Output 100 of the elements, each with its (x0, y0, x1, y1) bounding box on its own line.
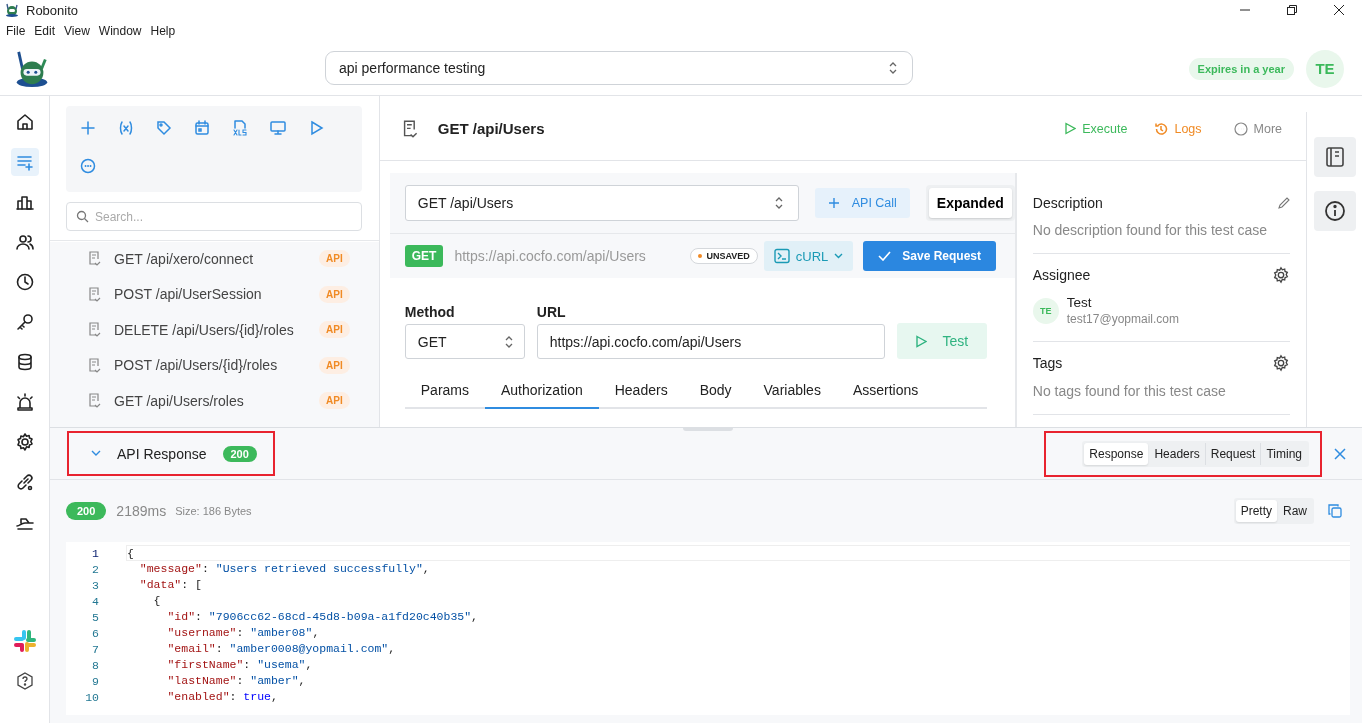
response-tab[interactable]: Headers (1148, 442, 1205, 465)
response-tab[interactable]: Request (1204, 442, 1261, 465)
code-line: { (126, 545, 1350, 561)
response-tab[interactable]: Response (1084, 442, 1149, 465)
slack-icon[interactable] (12, 629, 37, 653)
notebook-icon (1323, 146, 1346, 168)
gear-icon (14, 432, 35, 452)
window-title: Robonito (26, 2, 79, 18)
assignee-email: test17@yopmail.com (1066, 312, 1179, 326)
monitor-icon[interactable] (270, 120, 286, 136)
history-icon (1154, 121, 1169, 136)
url-preview: https://api.cocfo.com/api/Users (454, 248, 647, 264)
restore-icon[interactable] (1286, 4, 1298, 16)
plus-icon (827, 197, 840, 209)
response-size: Size: 186 Bytes (175, 505, 252, 517)
line-number: 6 (91, 626, 99, 640)
document-check-icon (401, 119, 418, 138)
chevron-down-icon (834, 253, 844, 259)
test-case-item[interactable]: GET /api/xero/connect API (50, 241, 379, 277)
app-logo-icon (4, 3, 20, 17)
api-tag: API (319, 392, 350, 410)
editor-tab[interactable]: Params (404, 375, 485, 409)
editor-tab[interactable]: Assertions (836, 375, 935, 409)
menu-item[interactable]: File (6, 24, 26, 38)
document-check-icon (88, 322, 101, 338)
chevron-updown-icon (773, 196, 784, 210)
more-button[interactable]: More (1233, 121, 1283, 136)
menu-item[interactable]: Window (98, 24, 142, 38)
help-icon[interactable] (15, 672, 34, 690)
url-field[interactable]: https://api.cocfo.com/api/Users (536, 324, 885, 359)
editor-tab[interactable]: Variables (747, 375, 837, 409)
spreadsheet-file-icon[interactable] (232, 120, 248, 136)
settings-icon[interactable] (1272, 354, 1291, 372)
menu-item[interactable]: Edit (34, 24, 56, 38)
method-select[interactable]: GET (404, 324, 525, 359)
method-badge: GET (404, 245, 444, 267)
editor-tab[interactable]: Authorization (485, 375, 599, 409)
play-icon (1064, 122, 1077, 135)
chevron-updown-icon (503, 334, 514, 349)
test-case-title: GET /api/Users (437, 120, 545, 137)
response-tab[interactable]: Timing (1260, 442, 1307, 465)
section-title: Description (1032, 195, 1103, 211)
document-check-icon (88, 251, 101, 267)
chevron-down-icon[interactable] (91, 450, 101, 457)
status-badge: 200 (66, 502, 107, 520)
menu-item[interactable]: Help (150, 24, 176, 38)
request-select[interactable]: GET /api/Users (404, 185, 799, 221)
license-badge: Expires in a year (1188, 57, 1294, 80)
users-icon (14, 232, 35, 252)
api-tag: API (319, 356, 350, 374)
api-tag: API (319, 285, 350, 303)
key-icon (14, 312, 35, 332)
method-label: Method (404, 304, 456, 320)
line-number: 5 (91, 610, 99, 624)
code-line: "username": "amber08", (166, 625, 321, 641)
menu-item[interactable]: View (64, 24, 90, 38)
pencil-icon[interactable] (1277, 196, 1291, 210)
line-number: 3 (91, 578, 99, 592)
test-case-item[interactable]: POST /api/UserSession API (50, 276, 379, 312)
assignee-avatar: TE (1032, 297, 1059, 324)
variable-icon[interactable] (118, 120, 134, 136)
line-number: 1 (91, 546, 99, 560)
editor-tab[interactable]: Body (683, 375, 748, 409)
info-button[interactable] (1313, 191, 1356, 231)
code-line: "enabled": true, (166, 689, 279, 705)
view-mode-button[interactable]: Expanded (928, 188, 1012, 218)
document-check-icon (88, 286, 101, 302)
play-icon[interactable] (308, 120, 324, 136)
code-line: "email": "amber0008@yopmail.com", (166, 641, 397, 657)
project-select[interactable]: api performance testing (325, 51, 913, 85)
response-time: 2189ms (116, 503, 167, 519)
settings-icon[interactable] (1272, 266, 1291, 284)
view-mode-tab[interactable]: Pretty (1235, 500, 1277, 522)
more-icon[interactable] (80, 158, 96, 174)
test-case-item[interactable]: DELETE /api/Users/{id}/roles API (50, 312, 379, 348)
line-number: 4 (91, 594, 99, 608)
alarm-icon (14, 392, 35, 412)
copy-icon[interactable] (1328, 504, 1342, 518)
notebook-button[interactable] (1313, 137, 1356, 177)
view-mode-tab[interactable]: Raw (1277, 500, 1312, 522)
link-icon (14, 472, 35, 492)
code-line: { (152, 593, 162, 609)
api-tag: API (319, 250, 350, 268)
editor-tab[interactable]: Headers (598, 375, 684, 409)
calendar-icon[interactable] (194, 120, 210, 136)
save-request-button[interactable]: Save Request (863, 241, 996, 271)
document-check-icon (88, 357, 101, 373)
description-text: No description found for this test case (1032, 222, 1268, 238)
close-icon[interactable] (1333, 4, 1345, 16)
line-number: 2 (91, 562, 99, 576)
search-field[interactable]: Search... (66, 202, 362, 231)
code-line: "lastName": "amber", (166, 673, 307, 689)
tag-icon[interactable] (156, 120, 172, 136)
section-title: Tags (1032, 355, 1063, 371)
test-case-item[interactable]: GET /api/Users/roles API (50, 383, 379, 419)
chevron-updown-icon (888, 61, 898, 75)
section-title: Assignee (1032, 267, 1091, 283)
test-case-item[interactable]: POST /api/Users/{id}/roles API (50, 347, 379, 383)
play-icon (915, 334, 928, 348)
terminal-icon (773, 248, 790, 264)
